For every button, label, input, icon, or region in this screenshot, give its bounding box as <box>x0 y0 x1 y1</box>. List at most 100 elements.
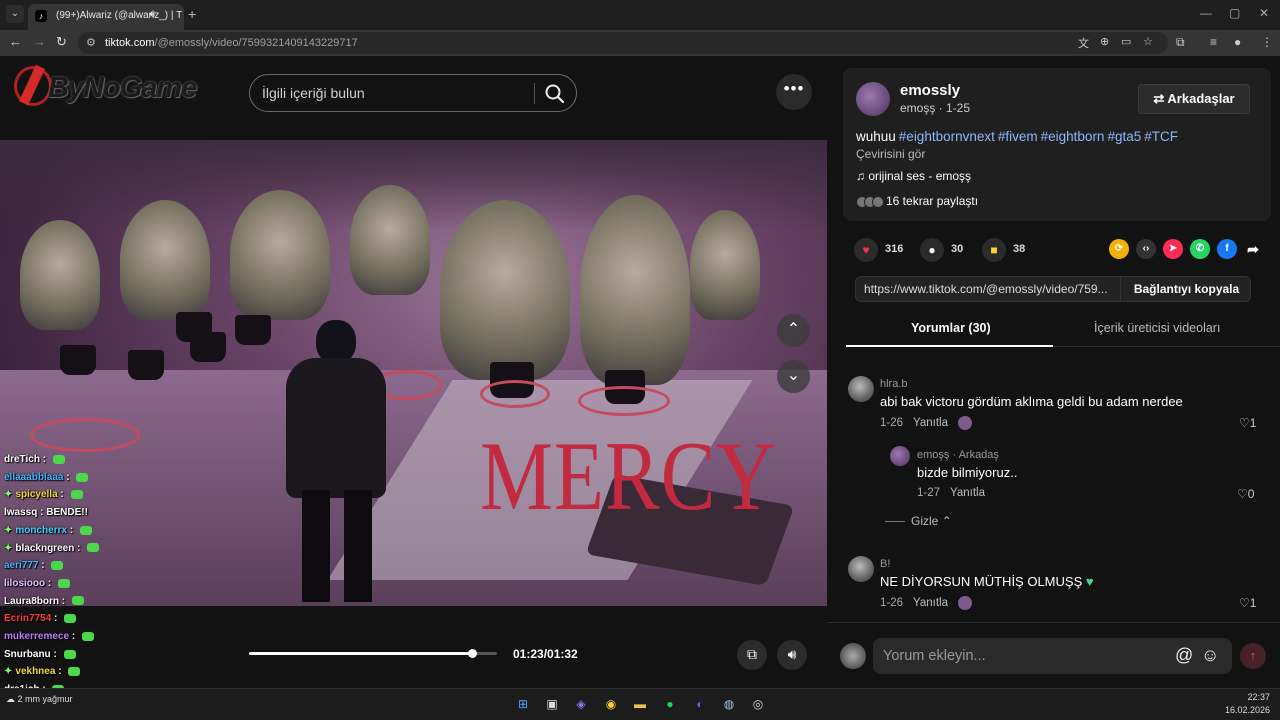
video-progress-knob[interactable] <box>468 649 477 658</box>
hashtag-link[interactable]: #fivem <box>998 129 1038 144</box>
reply-text: bizde bilmiyoruz.. <box>917 465 1018 480</box>
window-close-icon[interactable]: ✕ <box>1259 6 1269 20</box>
app-icon[interactable]: ◎ <box>748 694 768 714</box>
friends-button[interactable]: ⇄ Arkadaşlar <box>1138 84 1250 114</box>
hashtag-link[interactable]: #eightborn <box>1041 129 1105 144</box>
chat-message: mukerremece : <box>4 631 94 642</box>
next-video-chevron-down-icon[interactable]: ⌄ <box>777 360 810 393</box>
copy-link-box: https://www.tiktok.com/@emossly/video/75… <box>855 276 1251 302</box>
chat-message: Snurbanu : <box>4 649 76 660</box>
browser-tab[interactable]: ♪ (99+)Alwariz (@alwariz_) | T 🔊︎ ✕ <box>28 4 184 30</box>
chat-separator: : <box>74 542 84 554</box>
facebook-icon[interactable]: f <box>1217 239 1237 259</box>
friends-label: Arkadaşlar <box>1167 91 1235 106</box>
reply-avatar[interactable] <box>890 446 910 466</box>
heart-icon[interactable]: ♥ <box>854 238 878 262</box>
discord-icon[interactable]: ◐ <box>690 694 710 714</box>
video-plant <box>120 200 210 320</box>
reading-list-icon[interactable]: ≡ <box>1210 35 1217 49</box>
chat-username: ellaaabblaaa <box>4 471 64 483</box>
reply-button[interactable]: Yanıtla <box>913 417 948 429</box>
send-to-friends-icon[interactable]: ➤ <box>1163 239 1183 259</box>
steam-icon[interactable]: ◍ <box>719 694 739 714</box>
translate-icon[interactable]: 文 <box>1078 35 1089 51</box>
hide-replies-button[interactable]: Gizle ⌃ <box>885 514 952 528</box>
search-input[interactable] <box>262 83 527 103</box>
creator-liked-avatar <box>957 596 972 610</box>
video-progress-bar[interactable] <box>249 649 497 658</box>
repost-share-icon[interactable]: ⟳ <box>1109 239 1129 259</box>
clock-date[interactable]: 16.02.2026 <box>1206 705 1270 715</box>
volume-icon[interactable]: 🔊︎ <box>777 640 807 670</box>
copy-link-button[interactable]: Bağlantıyı kopyala <box>1120 277 1252 301</box>
clock-time[interactable]: 22:37 <box>1240 692 1270 702</box>
comment-icon[interactable]: ● <box>920 238 944 262</box>
bookmark-star-icon[interactable]: ☆ <box>1143 35 1153 48</box>
cast-icon[interactable]: ▭ <box>1121 35 1131 48</box>
more-options-icon[interactable]: ••• <box>776 74 812 110</box>
repost-info[interactable]: 16 tekrar paylaştı <box>856 194 978 208</box>
video-overlay-text: MERCY <box>480 421 777 531</box>
embed-icon[interactable]: ‹› <box>1136 239 1156 259</box>
translate-link[interactable]: Çevirisini gör <box>856 147 925 161</box>
tab-search-icon[interactable]: ⌄ <box>6 5 24 23</box>
extensions-icon[interactable]: ⧉ <box>1176 35 1185 50</box>
previous-video-chevron-up-icon[interactable]: ⌃ <box>777 314 810 347</box>
file-explorer-icon[interactable]: ▬ <box>630 694 650 714</box>
comment-count: 30 <box>951 243 964 255</box>
video-progress-fill <box>249 652 472 655</box>
comment-username[interactable]: B! <box>880 558 890 570</box>
maximize-icon[interactable]: ▢ <box>1229 6 1240 20</box>
profile-icon[interactable]: ● <box>1234 35 1241 49</box>
browser-menu-icon[interactable]: ⋮ <box>1261 35 1273 49</box>
comment-avatar[interactable] <box>848 376 874 402</box>
author-name[interactable]: emossly <box>900 82 960 99</box>
reload-icon[interactable]: ↻ <box>56 34 67 50</box>
reply-username[interactable]: emoşş · Arkadaş <box>917 449 999 461</box>
sound-link[interactable]: ♫ orijinal ses - emoşş <box>856 169 971 183</box>
share-url[interactable]: https://www.tiktok.com/@emossly/video/75… <box>864 282 1116 296</box>
comment-meta: 1-26 Yanıtla <box>880 596 972 610</box>
new-tab-icon[interactable]: + <box>188 6 196 22</box>
reply-button[interactable]: Yanıtla <box>950 487 985 499</box>
hashtag-link[interactable]: #TCF <box>1144 129 1178 144</box>
url-text[interactable]: tiktok.com/@emossly/video/75993214091432… <box>105 37 358 49</box>
chat-separator: : <box>55 666 65 678</box>
hashtag-link[interactable]: #gta5 <box>1107 129 1141 144</box>
emoji-icon[interactable]: ☺ <box>1201 645 1219 666</box>
start-icon[interactable]: ⊞ <box>513 694 533 714</box>
comment-input[interactable] <box>883 646 1163 666</box>
task-view-icon[interactable]: ▣ <box>542 694 562 714</box>
weather-widget[interactable]: ☁ 2 mm yağmur <box>6 694 73 705</box>
mention-icon[interactable]: @ <box>1175 645 1193 666</box>
send-arrow-icon[interactable]: ↑ <box>1240 643 1266 669</box>
tab-comments[interactable]: Yorumlar (30) <box>911 321 991 335</box>
reply-like[interactable]: ♡0 <box>1237 487 1254 501</box>
tab-creator-videos[interactable]: İçerik üreticisi videoları <box>1094 321 1220 335</box>
hashtag-link[interactable]: #eightbornvnext <box>899 129 995 144</box>
comment-like[interactable]: ♡1 <box>1239 416 1256 430</box>
address-bar[interactable]: ⚙ tiktok.com/@emossly/video/759932140914… <box>78 32 1168 54</box>
forward-icon[interactable]: → <box>33 34 46 49</box>
chrome-icon[interactable]: ◉ <box>601 694 621 714</box>
comment-username[interactable]: hlra.b <box>880 378 908 390</box>
comment-like[interactable]: ♡1 <box>1239 596 1256 610</box>
minimize-icon[interactable]: — <box>1200 6 1212 20</box>
author-avatar[interactable] <box>856 82 890 116</box>
comment-avatar[interactable] <box>848 556 874 582</box>
floating-player-icon[interactable]: ⧉ <box>737 640 767 670</box>
more-share-icon[interactable]: ➦ <box>1243 239 1263 259</box>
search-icon[interactable] <box>542 81 568 107</box>
chat-badge-icon: ✦ <box>4 489 13 501</box>
site-info-icon[interactable]: ⚙ <box>86 36 96 49</box>
copilot-icon[interactable]: ◈ <box>571 694 591 714</box>
back-icon[interactable]: ← <box>9 34 22 49</box>
reply-button[interactable]: Yanıtla <box>913 597 948 609</box>
video-pot <box>60 345 96 375</box>
whatsapp-icon[interactable]: ✆ <box>1190 239 1210 259</box>
spotify-icon[interactable]: ● <box>660 694 680 714</box>
audio-playing-icon[interactable]: 🔊︎ <box>149 9 155 20</box>
zoom-icon[interactable]: ⊕ <box>1100 35 1109 48</box>
chat-emote-icon <box>71 596 84 606</box>
bookmark-icon[interactable]: ■ <box>982 238 1006 262</box>
